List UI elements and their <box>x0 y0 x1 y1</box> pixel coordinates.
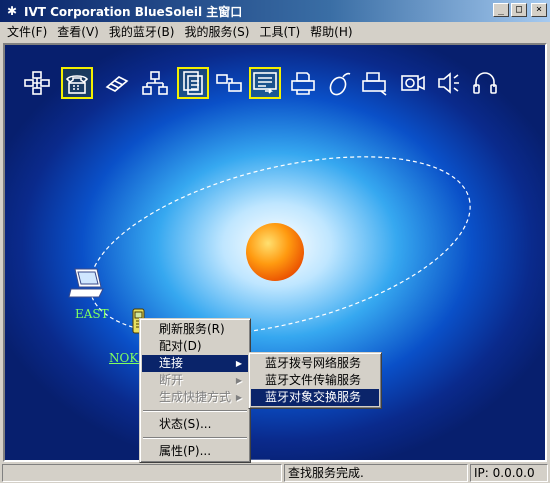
menu-disconnect: 断开 ▶ <box>142 372 248 389</box>
menu-create-shortcut-label: 生成快捷方式 <box>159 390 232 404</box>
connect-submenu: 蓝牙拨号网络服务 蓝牙文件传输服务 蓝牙对象交换服务 <box>248 352 382 409</box>
menu-refresh-services[interactable]: 刷新服务(R) <box>142 321 248 338</box>
menu-view[interactable]: 查看(V) <box>52 23 104 40</box>
menu-file[interactable]: 文件(F) <box>2 23 52 40</box>
submenu-arrow-icon: ▶ <box>235 376 242 385</box>
window-controls: _ □ × <box>493 3 547 17</box>
close-button[interactable]: × <box>531 3 547 17</box>
menu-create-shortcut: 生成快捷方式 ▶ <box>142 389 248 406</box>
menu-status[interactable]: 状态(S)... <box>142 416 248 433</box>
maximize-button[interactable]: □ <box>511 3 527 17</box>
device-label-east[interactable]: EAST <box>75 307 109 321</box>
title-bar: ✱ IVT Corporation BlueSoleil 主窗口 _ □ × <box>0 0 550 22</box>
menu-separator <box>143 410 247 412</box>
local-device-sphere[interactable] <box>246 223 304 281</box>
menu-connect[interactable]: 连接 ▶ <box>142 355 248 372</box>
bluetooth-icon: ✱ <box>6 4 18 18</box>
submenu-file-transfer-service[interactable]: 蓝牙文件传输服务 <box>251 372 379 389</box>
submenu-arrow-icon: ▶ <box>235 359 242 368</box>
menu-tools[interactable]: 工具(T) <box>254 23 305 40</box>
watermark: iT.com.cn <box>231 453 416 460</box>
status-pane-left <box>2 464 282 482</box>
menu-connect-label: 连接 <box>159 356 184 370</box>
menu-properties[interactable]: 属性(P)... <box>142 443 248 460</box>
menu-help[interactable]: 帮助(H) <box>305 23 357 40</box>
menu-separator <box>143 437 247 439</box>
submenu-arrow-icon: ▶ <box>235 393 242 402</box>
laptop-icon[interactable] <box>67 267 107 304</box>
submenu-object-push-service[interactable]: 蓝牙对象交换服务 <box>251 389 379 406</box>
device-context-menu: 刷新服务(R) 配对(D) 连接 ▶ 断开 ▶ 生成快捷方式 ▶ 状态(S)..… <box>139 318 251 463</box>
menu-pair[interactable]: 配对(D) <box>142 338 248 355</box>
menu-disconnect-label: 断开 <box>159 373 184 387</box>
submenu-dialup-service[interactable]: 蓝牙拨号网络服务 <box>251 355 379 372</box>
menu-my-bluetooth[interactable]: 我的蓝牙(B) <box>104 23 180 40</box>
status-bar: 查找服务完成. IP: 0.0.0.0 <box>0 463 550 483</box>
minimize-button[interactable]: _ <box>493 3 509 17</box>
status-message: 查找服务完成. <box>284 464 468 482</box>
status-ip: IP: 0.0.0.0 <box>470 464 548 482</box>
menu-my-services[interactable]: 我的服务(S) <box>179 23 254 40</box>
menu-bar: 文件(F) 查看(V) 我的蓝牙(B) 我的服务(S) 工具(T) 帮助(H) <box>0 22 550 41</box>
window-title: IVT Corporation BlueSoleil 主窗口 <box>24 4 243 19</box>
